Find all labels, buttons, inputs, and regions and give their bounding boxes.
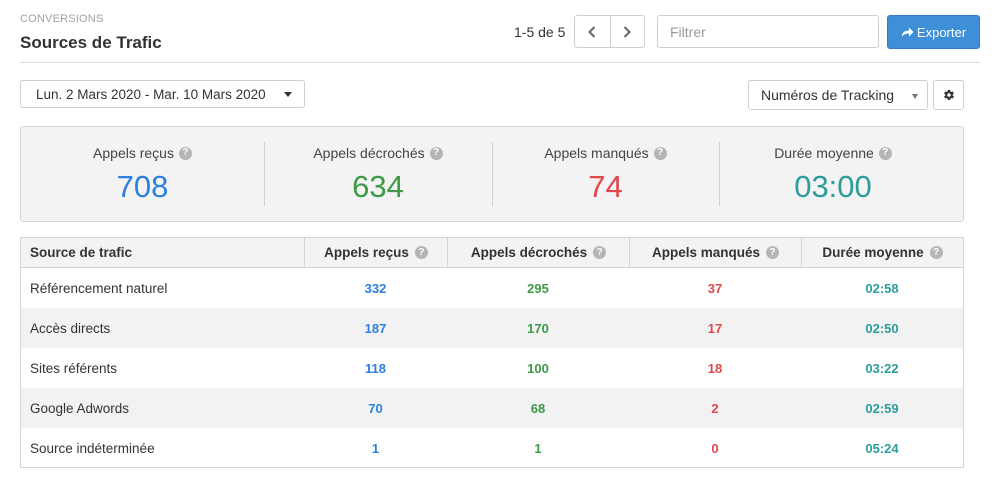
chevron-left-icon (588, 25, 596, 38)
cell-duration: 02:58 (865, 280, 899, 296)
stat-label: Durée moyenne (774, 145, 874, 161)
stat-calls-missed: Appels manqués? 74 (492, 127, 719, 221)
column-header-answered[interactable]: Appels décrochés? (447, 238, 629, 267)
stat-value: 03:00 (794, 169, 872, 204)
cell-duration: 02:50 (865, 320, 899, 336)
help-icon[interactable]: ? (178, 146, 192, 160)
cell-source: Source indéterminée (30, 440, 155, 456)
table-row[interactable]: Google Adwords 70 68 2 02:59 (21, 388, 963, 428)
help-icon[interactable]: ? (929, 246, 943, 259)
next-page-button[interactable] (609, 16, 645, 47)
page-title: Sources de Trafic (20, 33, 162, 52)
stat-label: Appels décrochés (313, 145, 425, 161)
cell-received: 187 (364, 320, 387, 336)
share-arrow-icon (901, 27, 914, 37)
cell-received: 1 (371, 440, 380, 456)
help-icon[interactable]: ? (429, 146, 443, 160)
prev-page-button[interactable] (575, 16, 610, 47)
help-icon[interactable]: ? (653, 146, 667, 160)
cell-answered: 1 (534, 440, 542, 456)
cell-source: Accès directs (30, 320, 111, 336)
cell-answered: 170 (527, 320, 549, 336)
cell-missed: 37 (707, 280, 723, 296)
cell-missed: 17 (707, 320, 723, 336)
tracking-select-label: Numéros de Tracking (761, 87, 895, 103)
chevron-right-icon (624, 25, 632, 38)
cell-source: Référencement naturel (30, 280, 168, 296)
column-header-duration[interactable]: Durée moyenne? (801, 238, 963, 267)
stat-calls-answered: Appels décrochés? 634 (264, 127, 492, 221)
cell-answered: 68 (530, 400, 546, 416)
caret-down-icon (284, 92, 292, 97)
cell-duration: 05:24 (865, 440, 899, 456)
cell-answered: 295 (527, 280, 549, 296)
help-icon[interactable]: ? (414, 246, 428, 259)
traffic-sources-table: Source de trafic Appels reçus? Appels dé… (20, 237, 964, 468)
pagination-controls (574, 15, 645, 48)
stat-value: 634 (352, 169, 404, 204)
stats-summary: Appels reçus? 708 Appels décrochés? 634 … (20, 126, 964, 222)
export-label: Exporter (916, 24, 967, 40)
cell-answered: 100 (527, 360, 549, 376)
cell-source: Google Adwords (30, 400, 130, 416)
cell-missed: 2 (711, 400, 719, 416)
date-range-label: Lun. 2 Mars 2020 - Mar. 10 Mars 2020 (36, 86, 266, 102)
column-header-missed[interactable]: Appels manqués? (629, 238, 801, 267)
help-icon[interactable]: ? (878, 146, 892, 160)
date-range-picker[interactable]: Lun. 2 Mars 2020 - Mar. 10 Mars 2020 (20, 80, 305, 108)
gear-icon (943, 90, 954, 101)
settings-button[interactable] (933, 80, 964, 110)
cell-missed: 0 (711, 440, 719, 456)
export-button[interactable]: Exporter (887, 15, 980, 49)
table-row[interactable]: Référencement naturel 332 295 37 02:58 (21, 268, 963, 308)
tracking-number-select[interactable]: Numéros de Tracking (748, 80, 928, 110)
stat-value: 708 (116, 169, 169, 204)
cell-received: 70 (368, 400, 383, 416)
cell-duration: 03:22 (865, 360, 899, 376)
table-row[interactable]: Sites référents 118 100 18 03:22 (21, 348, 963, 388)
column-header-received[interactable]: Appels reçus? (304, 238, 447, 267)
table-row[interactable]: Accès directs 187 170 17 02:50 (21, 308, 963, 348)
page-header: CONVERSIONS Sources de Trafic 1-5 de 5 E… (20, 0, 980, 63)
help-icon[interactable]: ? (766, 246, 780, 259)
stat-calls-received: Appels reçus? 708 (21, 127, 264, 221)
cell-received: 118 (365, 360, 386, 376)
breadcrumb: CONVERSIONS (20, 13, 104, 25)
cell-duration: 02:59 (865, 400, 899, 416)
stat-label: Appels reçus (93, 145, 174, 161)
stat-value: 74 (588, 169, 623, 204)
table-row[interactable]: Source indéterminée 1 1 0 05:24 (21, 428, 963, 468)
stat-average-duration: Durée moyenne? 03:00 (719, 127, 947, 221)
cell-received: 332 (364, 280, 387, 296)
filter-input[interactable] (657, 15, 879, 48)
pagination-count: 1-5 de 5 (514, 24, 566, 40)
column-header-source[interactable]: Source de trafic (21, 238, 304, 267)
cell-missed: 18 (707, 360, 723, 376)
table-header: Source de trafic Appels reçus? Appels dé… (21, 238, 963, 268)
caret-down-icon (912, 94, 918, 99)
cell-source: Sites référents (30, 360, 118, 376)
help-icon[interactable]: ? (593, 246, 607, 259)
stat-label: Appels manqués (544, 145, 649, 161)
